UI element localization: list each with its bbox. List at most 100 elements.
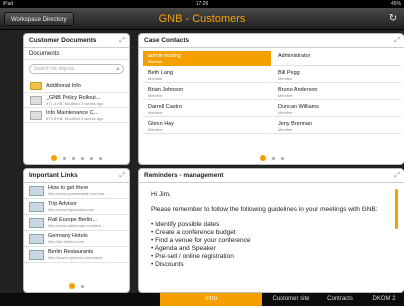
document-name: Info Maintenance C...: [46, 110, 99, 116]
page-dot-active[interactable]: [51, 155, 57, 161]
contact-item[interactable]: Glenn Hay Member: [143, 119, 271, 134]
reminder-list: Identify possible dates Create a confere…: [151, 221, 392, 269]
link-item[interactable]: Germany Hotels http://de.hotels.com/: [24, 231, 129, 247]
expand-icon[interactable]: ⤢: [119, 172, 125, 179]
reminder-bullet: Agenda and Speaker: [151, 245, 392, 253]
refresh-icon[interactable]: ↻: [386, 12, 400, 26]
page-dot-active[interactable]: [259, 155, 266, 161]
reminder-bullet: Create a conference budget: [151, 229, 392, 237]
page-indicator[interactable]: [139, 155, 404, 161]
search-input[interactable]: Search for objects ⌕: [29, 64, 124, 74]
panel-title: Reminders - management: [144, 172, 224, 179]
contact-name: Brian Johnson: [148, 87, 184, 93]
tab-contracts[interactable]: Contracts: [320, 293, 360, 306]
scrollbar[interactable]: [395, 189, 398, 229]
page-indicator[interactable]: [24, 155, 129, 161]
document-item[interactable]: Additional Info: [24, 78, 129, 93]
page-title: GNB - Customers: [158, 13, 246, 25]
link-item[interactable]: Rail Europe Berlin... http://www.raileur…: [24, 215, 129, 231]
page-dot[interactable]: [81, 156, 84, 160]
link-item[interactable]: How to get there http://www.yourwebsite.…: [24, 183, 129, 199]
panel-title: Customer Documents: [29, 37, 97, 44]
contact-role: Member: [278, 93, 293, 98]
navigation-bar: Workspace Directory GNB - Customers ↻: [0, 8, 404, 30]
link-item[interactable]: Berlin Restaurants http://travel.nytimes…: [24, 247, 129, 263]
document-icon: [30, 96, 42, 105]
panel-title: Case Contacts: [144, 37, 190, 44]
reminder-text: Hi Jim, Please remember to follow the fo…: [139, 183, 404, 269]
contact-role: Member: [148, 93, 163, 98]
page-dot[interactable]: [81, 284, 84, 288]
status-bar: iPad 17:26 45%: [0, 0, 404, 8]
link-url: http://travel.nytimes.com/travel...: [48, 255, 106, 260]
contact-name: Administrator: [278, 53, 311, 59]
document-item[interactable]: Info Maintenance C... 873.8 KB, Modified…: [24, 108, 129, 123]
case-contacts-panel: Case Contacts ⤢ admin testing Member Adm…: [138, 33, 404, 165]
expand-icon[interactable]: ⤢: [394, 37, 400, 44]
reminders-panel: Reminders - management ⤢ Hi Jim, Please …: [138, 168, 404, 293]
link-name: Berlin Restaurants: [48, 249, 94, 255]
page-dot[interactable]: [280, 156, 284, 160]
tab-bar: Intro Customer site Contracts DKOM 2: [0, 293, 404, 306]
tab-customer-site[interactable]: Customer site: [268, 293, 314, 306]
contact-role: Member: [148, 76, 163, 81]
link-url: http://www.yourwebsite.com/ma...: [48, 191, 108, 196]
contact-name: admin testing: [148, 53, 181, 59]
contact-name: Duncan Williams: [278, 104, 319, 110]
contact-name: Bill Pegg: [278, 70, 300, 76]
contact-name: Beth Lang: [148, 70, 174, 76]
page-indicator[interactable]: [24, 283, 129, 289]
link-thumbnail: [29, 250, 44, 260]
folder-icon: [30, 82, 42, 90]
clock: 17:26: [195, 1, 209, 7]
contact-role: Member: [278, 127, 293, 132]
contact-item[interactable]: Bill Pegg Member: [273, 68, 401, 83]
tab-dkom[interactable]: DKOM 2: [364, 293, 404, 306]
contact-role: Member: [148, 127, 163, 132]
page-dot[interactable]: [90, 156, 93, 160]
panel-header: Important Links ⤢: [24, 169, 129, 183]
page-dot-active[interactable]: [69, 283, 75, 289]
contact-item[interactable]: Brian Johnson Member: [143, 85, 271, 100]
reminder-bullet: Discounts: [151, 261, 392, 269]
documents-subheader: Documents: [24, 48, 129, 60]
document-icon: [30, 111, 42, 120]
search-placeholder: Search for objects: [34, 66, 75, 72]
reminder-greeting: Hi Jim,: [151, 191, 171, 198]
contact-item[interactable]: Darrell Castro Member: [143, 102, 271, 117]
link-name: Trip Advisor: [48, 201, 77, 207]
page-dot[interactable]: [99, 156, 102, 160]
contact-item[interactable]: Beth Lang Member: [143, 68, 271, 83]
reminder-bullet: Identify possible dates: [151, 221, 392, 229]
document-name: _GNB Policy Rollout...: [46, 95, 101, 101]
link-thumbnail: [29, 218, 44, 228]
panel-header: Customer Documents ⤢: [24, 34, 129, 48]
contact-item[interactable]: Administrator: [273, 51, 401, 66]
document-name: Additional Info: [46, 83, 81, 89]
contact-item[interactable]: admin testing Member: [143, 51, 271, 66]
contact-item[interactable]: Jeny Brennan Member: [273, 119, 401, 134]
page-dot[interactable]: [72, 156, 75, 160]
contact-role: Member: [278, 76, 293, 81]
page-dot[interactable]: [63, 156, 66, 160]
document-item[interactable]: _GNB Policy Rollout... 971.3 KB, Modifie…: [24, 93, 129, 108]
tab-intro[interactable]: Intro: [160, 293, 262, 306]
expand-icon[interactable]: ⤢: [119, 37, 125, 44]
contact-item[interactable]: Duncan Williams Member: [273, 102, 401, 117]
document-meta: 971.3 KB, Modified 3 weeks ago: [46, 101, 104, 106]
reminder-intro: Please remember to follow the following …: [151, 206, 378, 213]
expand-icon[interactable]: ⤢: [394, 172, 400, 179]
page-dot[interactable]: [271, 156, 275, 160]
link-name: How to get there: [48, 185, 89, 191]
link-name: Rail Europe Berlin...: [48, 217, 97, 223]
contact-name: Bruno Anderson: [278, 87, 318, 93]
reminder-bullet: Find a venue for your conference: [151, 237, 392, 245]
link-url: http://de.hotels.com/: [48, 239, 85, 244]
link-item[interactable]: Trip Advisor http://www.tripadvisor.com: [24, 199, 129, 215]
customer-documents-panel: Customer Documents ⤢ Documents Search fo…: [23, 33, 130, 165]
panel-title: Important Links: [29, 172, 78, 179]
search-icon[interactable]: ⌕: [116, 65, 120, 74]
battery-level: 45%: [390, 1, 401, 7]
important-links-panel: Important Links ⤢ How to get there http:…: [23, 168, 130, 293]
contact-item[interactable]: Bruno Anderson Member: [273, 85, 401, 100]
